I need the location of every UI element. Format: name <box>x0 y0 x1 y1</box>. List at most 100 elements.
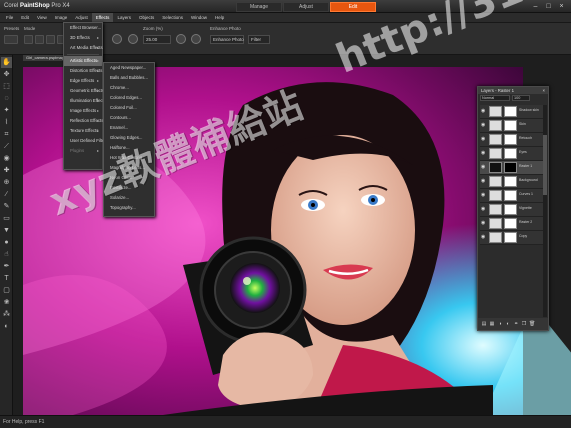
eye-icon[interactable]: ◉ <box>481 137 486 142</box>
layer-row[interactable]: ◉ Shadow skin <box>480 105 543 119</box>
fit-window-icon[interactable] <box>191 34 201 44</box>
text-tool-icon[interactable]: T <box>1 273 12 284</box>
adjustment-layer-icon[interactable]: ◐ <box>505 321 511 327</box>
layers-scrollbar[interactable] <box>543 105 547 317</box>
menu-view[interactable]: View <box>33 13 51 22</box>
submenu-item-colored-foil[interactable]: Colored Foil... <box>104 103 154 113</box>
makeover-tool-icon[interactable]: ✚ <box>1 165 12 176</box>
menu-item-reflection-effects[interactable]: Reflection Effects ▸ <box>64 116 103 126</box>
enhance-photo-dropdown[interactable]: Enhance Photo <box>210 35 244 44</box>
eye-icon[interactable]: ◉ <box>481 193 486 198</box>
menu-image[interactable]: Image <box>51 13 72 22</box>
scratch-remover-icon[interactable]: ∕ <box>1 189 12 200</box>
eye-icon[interactable]: ◉ <box>481 151 486 156</box>
new-group-icon[interactable]: ▦ <box>489 321 495 327</box>
pen-tool-icon[interactable]: ✒ <box>1 261 12 272</box>
eye-icon[interactable]: ◉ <box>481 123 486 128</box>
mask-icon[interactable]: ◑ <box>497 321 503 327</box>
eye-icon[interactable]: ◉ <box>481 207 486 212</box>
zoom-dial-icon[interactable] <box>112 34 122 44</box>
straighten-tool-icon[interactable]: ⟋ <box>1 141 12 152</box>
delete-icon[interactable]: 🗑 <box>529 321 535 327</box>
layer-mask <box>504 176 517 187</box>
menu-item-image-effects[interactable]: Image Effects ▸ <box>64 106 102 116</box>
pan-tool-icon[interactable]: ✋ <box>1 57 12 68</box>
scrollbar-thumb[interactable] <box>543 135 547 195</box>
layer-row[interactable]: ◉ Retouch <box>480 133 543 147</box>
tab-adjust[interactable]: Adjust <box>283 2 329 12</box>
menu-item-distortion-effects[interactable]: Distortion Effects ▸ <box>64 66 102 76</box>
menu-item-illumination-effects[interactable]: Illumination Effects ▸ <box>64 96 106 106</box>
layer-row[interactable]: ◉ Skin <box>480 119 543 133</box>
move-tool-icon[interactable]: ✥ <box>1 69 12 80</box>
warp-brush-icon[interactable]: ⁂ <box>1 309 12 320</box>
menu-item-art-media-effects[interactable]: Art Media Effects ▸ <box>64 43 103 53</box>
duplicate-icon[interactable]: ❐ <box>521 321 527 327</box>
color-replacer-icon[interactable]: ◐ <box>1 321 12 332</box>
tab-edit[interactable]: Edit <box>330 2 376 12</box>
blend-mode-dropdown[interactable]: Normal <box>480 95 510 101</box>
layer-row[interactable]: ◉ Copy <box>480 231 543 245</box>
eye-icon[interactable]: ◉ <box>481 179 486 184</box>
menu-edit[interactable]: Edit <box>17 13 33 22</box>
opacity-field[interactable]: 100 <box>512 95 530 101</box>
layers-panel-header[interactable]: Layers - Raster 1 × <box>478 87 548 94</box>
mode-button-2[interactable] <box>35 35 44 44</box>
crop-tool-icon[interactable]: ⌗ <box>1 129 12 140</box>
menu-file[interactable]: File <box>2 13 17 22</box>
submenu-item-aged-newspaper[interactable]: Aged Newspaper... <box>104 63 154 73</box>
brush-tool-icon[interactable]: ✎ <box>1 201 12 212</box>
mode-button-1[interactable] <box>24 35 33 44</box>
eraser-tool-icon[interactable]: ▭ <box>1 213 12 224</box>
layer-row[interactable]: ◉ Eyes <box>480 147 543 161</box>
menu-item-geometric-effects[interactable]: Geometric Effects ▸ <box>64 86 104 96</box>
menu-layers[interactable]: Layers <box>113 13 135 22</box>
menu-item-edge-effects[interactable]: Edge Effects ▸ <box>64 76 102 86</box>
submenu-item-colored-edges[interactable]: Colored Edges... <box>104 93 154 103</box>
shape-tool-icon[interactable]: ▢ <box>1 285 12 296</box>
close-icon[interactable]: × <box>542 87 545 94</box>
menu-effects[interactable]: Effects <box>91 13 114 22</box>
clone-tool-icon[interactable]: ⊕ <box>1 177 12 188</box>
eye-icon[interactable]: ◉ <box>481 221 486 226</box>
menu-item-artistic-effects[interactable]: Artistic Effects ▸ <box>64 56 102 66</box>
link-icon[interactable]: ⚭ <box>513 321 519 327</box>
menu-item-user-defined-filter[interactable]: User Defined Filter... <box>64 136 109 146</box>
menu-help[interactable]: Help <box>211 13 228 22</box>
layer-row[interactable]: ◉ Vignette <box>480 203 543 217</box>
magic-wand-icon[interactable]: ✦ <box>1 105 12 116</box>
menu-objects[interactable]: Objects <box>135 13 158 22</box>
lasso-tool-icon[interactable]: ◌ <box>1 93 12 104</box>
dodge-tool-icon[interactable]: ● <box>1 237 12 248</box>
menu-item-3d-effects[interactable]: 3D Effects ▸ <box>64 33 102 43</box>
menu-item-texture-effects[interactable]: Texture Effects ▸ <box>64 126 102 136</box>
tab-manage[interactable]: Manage <box>236 2 282 12</box>
new-layer-icon[interactable]: ▤ <box>481 321 487 327</box>
dropper-tool-icon[interactable]: ⌇ <box>1 117 12 128</box>
menu-adjust[interactable]: Adjust <box>71 13 92 22</box>
filter-dropdown[interactable]: Filter <box>248 35 270 44</box>
fill-tool-icon[interactable]: ▼ <box>1 225 12 236</box>
submenu-item-chrome[interactable]: Chrome... <box>104 83 154 93</box>
layer-row[interactable]: ◉ Raster 2 <box>480 217 543 231</box>
mode-button-3[interactable] <box>46 35 55 44</box>
red-eye-tool-icon[interactable]: ◉ <box>1 153 12 164</box>
eye-icon[interactable]: ◉ <box>481 235 486 240</box>
menu-window[interactable]: Window <box>187 13 211 22</box>
smudge-tool-icon[interactable]: ☝ <box>1 249 12 260</box>
menu-item-effect-browser[interactable]: Effect Browser... <box>64 23 102 33</box>
eye-icon[interactable]: ◉ <box>481 165 486 170</box>
picture-tube-icon[interactable]: ❀ <box>1 297 12 308</box>
actual-size-icon[interactable] <box>176 34 186 44</box>
layer-row[interactable]: ◉ Background <box>480 175 543 189</box>
zoom-field[interactable]: 25.00 <box>143 35 171 44</box>
eye-icon[interactable]: ◉ <box>481 109 486 114</box>
submenu-item-contours[interactable]: Contours... <box>104 113 154 123</box>
presets-button[interactable] <box>4 35 18 44</box>
layer-row-selected[interactable]: ◉ Raster 1 <box>480 161 543 175</box>
zoom-in-icon[interactable] <box>128 34 138 44</box>
layer-row[interactable]: ◉ Curves 1 <box>480 189 543 203</box>
menu-selections[interactable]: Selections <box>158 13 187 22</box>
submenu-item-balls-bubbles[interactable]: Balls and Bubbles... <box>104 73 154 83</box>
selection-tool-icon[interactable]: ⬚ <box>1 81 12 92</box>
